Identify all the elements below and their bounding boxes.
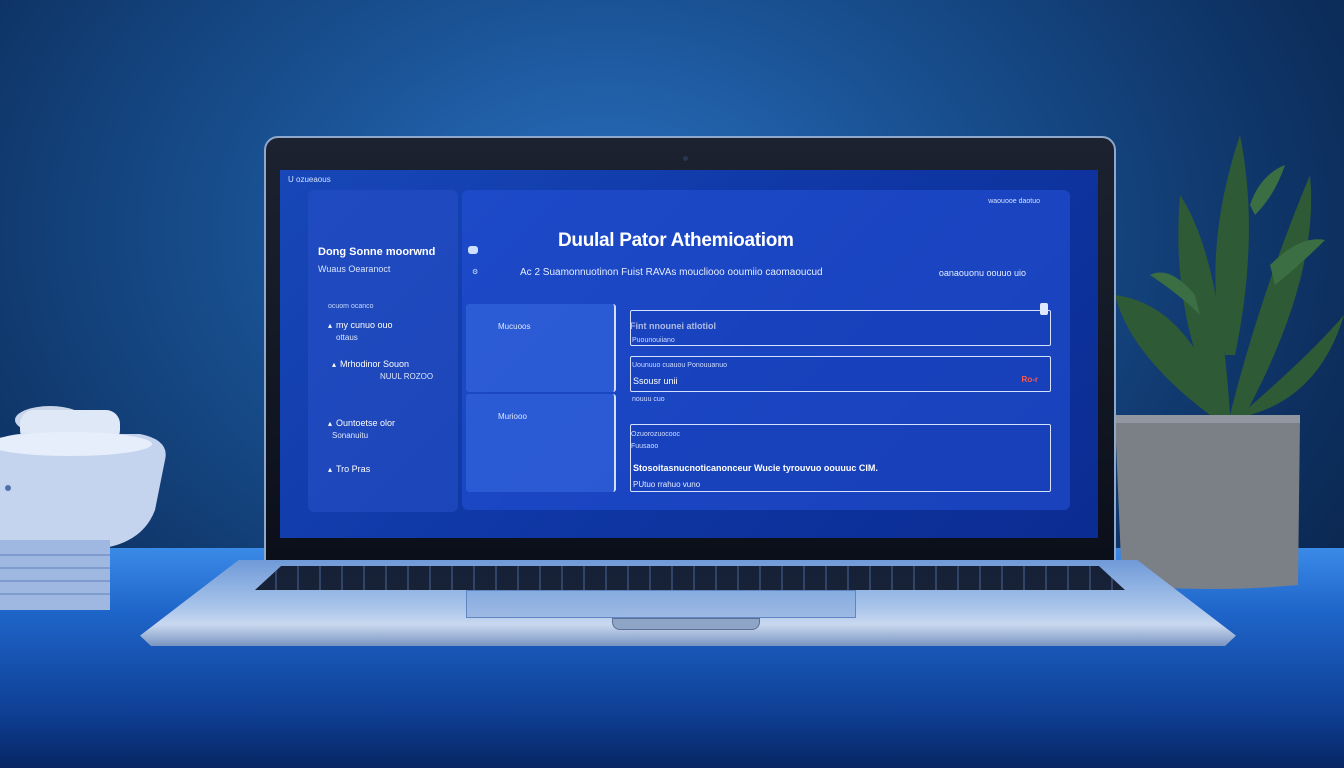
sidebar-item-sublabel: ottaus: [336, 333, 358, 342]
sidebar-mini-label: ocuom ocanco: [328, 303, 374, 310]
page-title: Duulal Pator Athemioatiom: [558, 230, 794, 251]
caret-icon: ▴: [332, 360, 337, 369]
sidebar-item-label: Tro Pras: [336, 464, 371, 474]
caret-icon: ▴: [328, 419, 333, 428]
field-2-error: Ro-r: [1021, 375, 1038, 384]
text-area-line-2: PUtuo rrahuo vuno: [633, 480, 701, 489]
laptop-screen: U ozueaous Dong Sonne moorwnd Wuaus Oear…: [280, 170, 1098, 538]
keyboard: [255, 566, 1125, 590]
sidebar-item-sublabel: NUUL ROZOO: [380, 372, 434, 381]
sidebar-item-label: Ountoetse olor: [336, 418, 396, 428]
field-2-hint: nouuu cuo: [632, 396, 665, 403]
sidebar-item-4[interactable]: ▴ Tro Pras: [328, 464, 478, 474]
potted-plant-decoration: [1115, 135, 1344, 589]
field-handle-icon: [1040, 303, 1048, 315]
sidebar-title: Dong Sonne moorwnd: [318, 246, 436, 258]
teapot-decoration: [0, 406, 166, 610]
text-area-hint-1: Ozuorozuocooc: [631, 431, 681, 438]
text-area[interactable]: Ozuorozuocooc Fuusaoo Stosoitasnucnotica…: [630, 424, 1051, 492]
caret-icon: ▴: [328, 321, 333, 330]
window-system-label: U ozueaous: [288, 175, 331, 184]
toggle-icon[interactable]: [468, 246, 478, 254]
top-right-label: waouooe daotuo: [988, 198, 1040, 205]
field-1-hint: Puounouiiano: [632, 337, 675, 344]
caret-icon: ▴: [328, 465, 333, 474]
webcam: [683, 156, 688, 161]
option-card-label: Muriooo: [498, 412, 527, 421]
text-field-1[interactable]: [630, 303, 1051, 346]
sidebar-subtitle: Wuaus Oearanoct: [318, 264, 391, 274]
trackpad: [466, 590, 856, 618]
page-subtitle: Ac 2 Suamonnuotinon Fuist RAVAs mouclioo…: [520, 267, 823, 278]
option-card-2[interactable]: Muriooo: [466, 394, 616, 492]
sidebar-item-label: my cunuo ouo: [336, 320, 393, 330]
field-2-label: Uounuuo cuauou Ponouuanuo: [632, 362, 727, 369]
sidebar-item-sublabel: Sonanuitu: [332, 431, 369, 440]
sidebar-item-2[interactable]: ▴ Mrhodinor Souon NUUL ROZOO: [332, 359, 482, 381]
sidebar-item-1[interactable]: ▴ my cunuo ouo ottaus: [328, 320, 478, 342]
option-card-1[interactable]: Mucuoos: [466, 304, 616, 392]
field-2-value: Ssousr unii: [633, 376, 678, 386]
sidebar-item-label: Mrhodinor Souon: [340, 359, 410, 369]
text-area-hint-2: Fuusaoo: [631, 443, 659, 450]
text-area-line-1: Stosoitasnucnoticanonceur Wucie tyrouvuo…: [633, 463, 878, 473]
sidebar-item-3[interactable]: ▴ Ountoetse olor Sonanuitu: [328, 418, 478, 440]
option-card-label: Mucuoos: [498, 322, 531, 331]
mini-label: ⚙: [472, 269, 479, 276]
page-subtitle-right: oanaouonu oouuo uio: [938, 268, 1026, 278]
sidebar: Dong Sonne moorwnd Wuaus Oearanoct ocuom…: [308, 190, 458, 512]
laptop-notch: [612, 618, 760, 630]
